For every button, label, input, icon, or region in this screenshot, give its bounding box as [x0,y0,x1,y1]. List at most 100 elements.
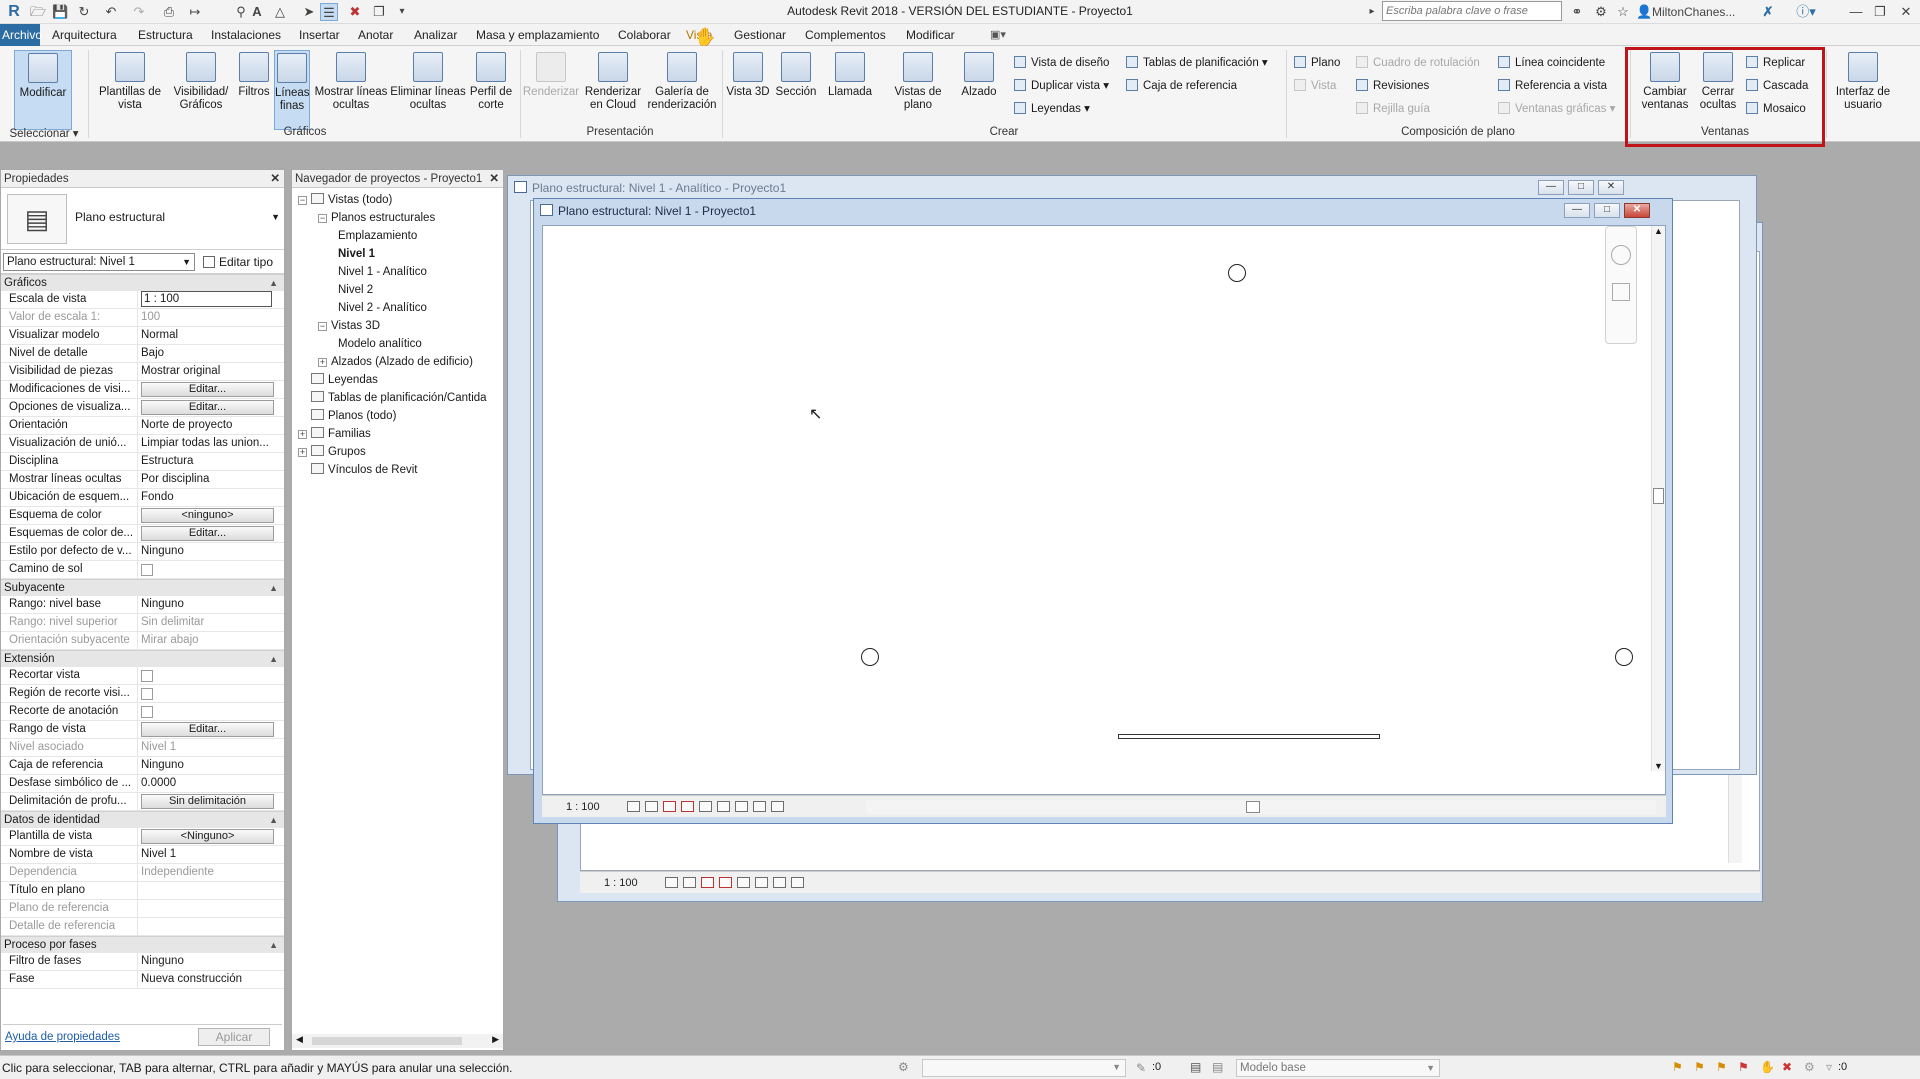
scroll-right-icon[interactable]: ▶ [492,1034,499,1045]
expand-toggle-icon[interactable]: − [318,322,327,331]
active-close-button[interactable]: ✕ [1624,203,1650,218]
property-value[interactable]: Ninguno [138,596,284,613]
3d-view-button[interactable]: Vista 3D [726,50,770,130]
properties-section[interactable]: Gráficos ▲ [1,274,284,291]
property-checkbox[interactable] [141,688,153,700]
collapse-icon[interactable]: ▲ [269,580,278,597]
scroll-down-icon[interactable]: ▼ [1654,761,1663,771]
search-input[interactable] [1382,1,1562,21]
tab-arquitectura[interactable]: Arquitectura [52,28,117,42]
tab-colaborar[interactable]: Colaborar [618,28,671,42]
property-value[interactable]: Bajo [138,345,284,362]
render-button[interactable]: Renderizar [522,50,580,130]
browser-scroll-thumb[interactable] [312,1037,462,1045]
browser-item[interactable]: + Alzados (Alzado de edificio) [318,354,473,371]
property-value[interactable]: Por disciplina [138,471,284,488]
elevation-marker-west[interactable] [861,648,879,666]
tab-estructura[interactable]: Estructura [138,28,193,42]
property-edit-button[interactable]: Editar... [141,526,274,541]
browser-item[interactable]: Leyendas [298,372,378,389]
tab-anotar[interactable]: Anotar [358,28,393,42]
revit-logo-icon[interactable]: R [6,3,22,21]
matchline-button[interactable]: Línea coincidente [1498,55,1605,71]
browser-item[interactable]: − Vistas 3D [318,318,380,335]
user-icon[interactable]: 👤 [1636,3,1652,21]
search-expand-icon[interactable]: ▸ [1366,3,1378,21]
collapse-icon[interactable]: ▲ [269,651,278,668]
exchange-icon[interactable]: ✗ [1760,3,1776,21]
property-edit-button[interactable]: <Ninguno> [141,829,274,844]
property-edit-button[interactable]: Editar... [141,400,274,415]
3d-view-icon[interactable]: △ [270,3,290,21]
design-option-selector[interactable]: Modelo base ▼ [1236,1059,1440,1077]
section-icon[interactable]: ➤ [300,3,318,21]
instance-selector[interactable]: Plano estructural: Nivel 1 ▼ [3,253,195,271]
view-button[interactable]: Vista [1294,78,1336,94]
browser-item[interactable]: − Planos estructurales [318,210,435,227]
tag-icon[interactable]: ⚲ [232,3,250,21]
property-value[interactable]: Nivel 1 [138,846,284,863]
properties-help-link[interactable]: Ayuda de propiedades [5,1031,120,1043]
active-minimize-button[interactable]: — [1564,203,1590,218]
browser-item[interactable]: Nivel 1 [338,246,375,263]
view-templates-button[interactable]: Plantillas de vista [94,50,166,130]
undo-icon[interactable]: ↶ [100,3,122,21]
property-value[interactable]: Norte de proyecto [138,417,284,434]
show-hidden-lines-button[interactable]: Mostrar líneas ocultas [314,50,388,130]
close-button[interactable]: ✕ [1896,3,1916,21]
help-icon[interactable]: ⓘ▾ [1794,3,1818,21]
render-cloud-button[interactable]: Renderizar en Cloud [582,50,644,130]
property-value[interactable]: Ninguno [138,757,284,774]
guide-grid-button[interactable]: Rejilla guía [1356,101,1430,117]
expand-toggle-icon[interactable]: + [298,448,307,457]
expand-toggle-icon[interactable]: − [298,196,307,205]
active-vscrollbar[interactable]: ▲ ▼ [1651,226,1665,771]
properties-section[interactable]: Extensión ▲ [1,650,284,667]
design-options-icon[interactable]: ▤ [1190,1060,1201,1074]
drafting-view-button[interactable]: Vista de diseño [1014,55,1109,71]
sheet-button[interactable]: Plano [1294,55,1340,71]
background-process-icon[interactable]: ✖ [1782,1060,1792,1074]
design-options-lock-icon[interactable]: ▤ [1212,1060,1223,1074]
collapse-icon[interactable]: ▲ [269,937,278,954]
property-checkbox[interactable] [141,670,153,682]
view-control-icons-back-2[interactable] [664,877,809,889]
legends-button[interactable]: Leyendas ▾ [1014,101,1090,117]
properties-section[interactable]: Subyacente ▲ [1,579,284,596]
steering-wheel-icon[interactable] [1611,245,1631,265]
analytic-close-button[interactable]: ✕ [1598,180,1624,195]
tab-archivo[interactable]: Archivo [0,24,42,46]
view-window-active[interactable]: Plano estructural: Nivel 1 - Proyecto1 —… [533,198,1673,824]
property-edit-button[interactable]: Editar... [141,382,274,397]
active-window-titlebar[interactable]: Plano estructural: Nivel 1 - Proyecto1 [534,199,1672,221]
modify-button[interactable]: Modificar [14,50,72,130]
expand-toggle-icon[interactable]: − [318,214,327,223]
properties-section[interactable]: Proceso por fases ▲ [1,936,284,953]
browser-close-icon[interactable]: ✕ [489,170,499,188]
property-checkbox[interactable] [141,706,153,718]
property-value[interactable]: Nueva construcción [138,971,284,988]
remove-hidden-lines-button[interactable]: Eliminar líneas ocultas [390,50,466,130]
tab-gestionar[interactable]: Gestionar [734,28,786,42]
elevation-button[interactable]: Alzado [956,50,1002,130]
settings-gear-icon[interactable]: ⚙ [1804,1060,1815,1074]
subscription-icon[interactable]: ⚙ [1592,3,1610,21]
expand-toggle-icon[interactable]: + [298,430,307,439]
view-scale-back-2[interactable]: 1 : 100 [604,877,638,889]
scroll-left-icon[interactable]: ◀ [296,1034,303,1045]
active-vscroll-thumb[interactable] [1653,488,1664,504]
thin-lines-icon[interactable]: ☰ [320,3,338,21]
properties-section[interactable]: Datos de identidad ▲ [1,811,284,828]
cut-profile-button[interactable]: Perfil de corte [466,50,516,130]
property-edit-button[interactable]: <ninguno> [141,508,274,523]
property-value[interactable]: Limpiar todas las union... [138,435,284,452]
property-value[interactable] [138,882,284,899]
browser-item[interactable]: Modelo analítico [338,336,422,353]
select-underlay-icon[interactable]: ⚑ [1694,1060,1705,1074]
navigation-bar[interactable] [1605,226,1637,344]
browser-hscrollbar[interactable]: ◀ ▶ [292,1034,503,1048]
tab-modificar[interactable]: Modificar [906,28,955,42]
browser-item[interactable]: + Familias [298,426,371,443]
switch-windows-icon[interactable]: ❐ [368,3,390,21]
property-checkbox[interactable] [141,564,153,576]
